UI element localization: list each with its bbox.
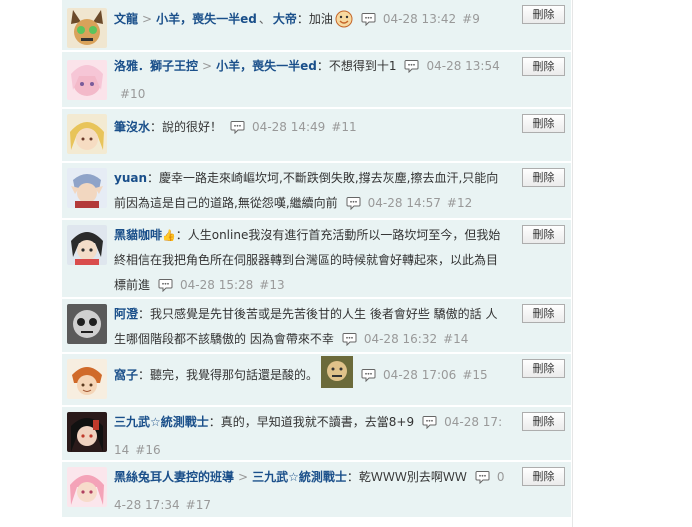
- delete-button[interactable]: 刪除: [522, 225, 565, 244]
- delete-button[interactable]: 刪除: [522, 467, 565, 486]
- thumbs-up-icon: 👍: [162, 229, 176, 242]
- comment-time: 04-28 13:42: [382, 12, 457, 26]
- floor-number[interactable]: #11: [331, 120, 356, 134]
- comment-text: 聽完，我覺得那句話還是酸的。: [150, 368, 319, 382]
- floor-number[interactable]: #15: [462, 368, 487, 382]
- comment-time: 04-28 16:32: [363, 332, 438, 346]
- avatar[interactable]: [67, 412, 107, 452]
- comment-body: 阿澄：我只感覺是先甘後苦或是先苦後甘的人生 後者會好些 驕傲的話 人生哪個階段都…: [114, 302, 509, 355]
- username-link[interactable]: 阿澄: [114, 307, 138, 321]
- delete-button[interactable]: 刪除: [522, 304, 565, 323]
- comment-body: 窩子：聽完，我覺得那句話還是酸的。 04-28 17:06 #15: [114, 356, 509, 397]
- sticker-image: [321, 356, 354, 397]
- floor-number[interactable]: #17: [186, 498, 211, 512]
- comment-text: 不想得到十1: [328, 59, 397, 73]
- reply-target-link[interactable]: 三九武☆統測戰士: [252, 470, 347, 484]
- delete-button[interactable]: 刪除: [522, 57, 565, 76]
- colon: ：: [175, 228, 188, 242]
- avatar[interactable]: [67, 359, 107, 399]
- username-link[interactable]: 窩子: [114, 368, 138, 382]
- comment-text: 說的很好！: [162, 120, 223, 134]
- comment-item: yuan：慶幸一路走來崎嶇坎坷,不斷跌倒失敗,撐去灰塵,擦去血汗,只能向前因為這…: [62, 163, 571, 220]
- floor-number[interactable]: #16: [135, 443, 160, 457]
- comment-text: 乾ＷＷＷ別去啊ＷＷ: [358, 470, 467, 484]
- comment-body: 黑貓咖啡👍：人生online我沒有進行首充活動所以一路坎坷至今，但我始終相信在我…: [114, 223, 509, 301]
- colon: ：: [147, 171, 160, 185]
- colon: ：: [138, 307, 151, 321]
- floor-number[interactable]: #10: [120, 87, 145, 101]
- username-link[interactable]: 黑貓咖啡: [114, 228, 162, 242]
- delete-button[interactable]: 刪除: [522, 359, 565, 378]
- delete-button[interactable]: 刪除: [522, 168, 565, 187]
- comment-body: 三九武☆統測戰士：真的，早知道我就不讀書，去當8+9 04-28 17:14 #16: [114, 410, 509, 463]
- avatar[interactable]: [67, 8, 107, 48]
- floor-number[interactable]: #9: [462, 12, 480, 26]
- comment-item: 洛雅．獅子王控 > 小羊，喪失一半ed：不想得到十1 04-28 13:54 #10 刪…: [62, 52, 571, 109]
- floor-number[interactable]: #14: [443, 332, 468, 346]
- reply-arrow: >: [238, 470, 249, 484]
- right-sidebar-rail: [572, 0, 692, 527]
- comment-item: 黑貓咖啡👍：人生online我沒有進行首充活動所以一路坎坷至今，但我始終相信在我…: [62, 220, 571, 299]
- comment-text: 我只感覺是先甘後苦或是先苦後甘的人生 後者會好些 驕傲的話 人生哪個階段都不該驕…: [114, 307, 498, 346]
- reply-bubble-icon[interactable]: [346, 194, 361, 219]
- floor-number[interactable]: #12: [447, 196, 472, 210]
- comment-item: 三九武☆統測戰士：真的，早知道我就不讀書，去當8+9 04-28 17:14 #16…: [62, 407, 571, 462]
- avatar[interactable]: [67, 225, 107, 265]
- reply-bubble-icon[interactable]: [342, 330, 357, 355]
- username-link[interactable]: 黑絲兔耳人妻控的班導: [114, 470, 234, 484]
- reply-bubble-icon[interactable]: [475, 468, 490, 493]
- comment-item: 文龍 > 小羊，喪失一半ed、大帝：加油 04-28 13:42 #9 刪除: [62, 0, 571, 52]
- username-link[interactable]: 三九武☆統測戰士: [114, 415, 209, 429]
- comment-item: 黑絲兔耳人妻控的班導 > 三九武☆統測戰士：乾ＷＷＷ別去啊ＷＷ 04-28 17:34…: [62, 462, 571, 519]
- comment-item: 筆沒水：說的很好！ 04-28 14:49 #11 刪除: [62, 109, 571, 163]
- reply-bubble-icon[interactable]: [404, 57, 419, 82]
- colon: ：: [150, 120, 163, 134]
- comment-text: 加油: [308, 12, 333, 26]
- colon: ：: [316, 59, 329, 73]
- avatar[interactable]: [67, 467, 107, 507]
- reply-bubble-icon[interactable]: [230, 118, 245, 143]
- comment-time: 04-28 14:49: [252, 120, 326, 134]
- username-link[interactable]: 筆沒水: [114, 120, 150, 134]
- reply-bubble-icon[interactable]: [158, 276, 173, 301]
- comment-body: 黑絲兔耳人妻控的班導 > 三九武☆統測戰士：乾ＷＷＷ別去啊ＷＷ 04-28 17:34…: [114, 465, 509, 518]
- comment-time: 04-28 15:28: [180, 278, 254, 292]
- avatar[interactable]: [67, 60, 107, 100]
- mention-separator: 、: [258, 12, 271, 26]
- reply-bubble-icon[interactable]: [422, 413, 437, 438]
- comment-time: 04-28 13:54: [426, 59, 500, 73]
- reply-arrow: >: [202, 59, 213, 73]
- comment-body: yuan：慶幸一路走來崎嶇坎坷,不斷跌倒失敗,撐去灰塵,擦去血汗,只能向前因為這…: [114, 166, 509, 219]
- delete-button[interactable]: 刪除: [522, 5, 565, 24]
- username-link[interactable]: 洛雅．獅子王控: [114, 59, 198, 73]
- colon: ：: [208, 415, 221, 429]
- comment-body: 洛雅．獅子王控 > 小羊，喪失一半ed：不想得到十1 04-28 13:54 #10: [114, 54, 509, 107]
- mention-link[interactable]: 大帝: [273, 12, 297, 26]
- comment-time: 04-28 14:57: [367, 196, 441, 210]
- username-link[interactable]: 文龍: [114, 12, 138, 26]
- colon: ：: [138, 368, 151, 382]
- avatar[interactable]: [67, 114, 107, 154]
- floor-number[interactable]: #13: [259, 278, 284, 292]
- comment-time: 04-28 17:06: [383, 368, 457, 382]
- reply-bubble-icon[interactable]: [361, 366, 376, 391]
- avatar[interactable]: [67, 168, 107, 208]
- comment-list: 文龍 > 小羊，喪失一半ed、大帝：加油 04-28 13:42 #9 刪除 洛雅．獅子…: [62, 0, 571, 519]
- delete-button[interactable]: 刪除: [522, 412, 565, 431]
- comment-item: 阿澄：我只感覺是先甘後苦或是先苦後甘的人生 後者會好些 驕傲的話 人生哪個階段都…: [62, 299, 571, 354]
- username-link[interactable]: yuan: [114, 171, 147, 185]
- comment-body: 筆沒水：說的很好！ 04-28 14:49 #11: [114, 115, 509, 143]
- avatar[interactable]: [67, 304, 107, 344]
- colon: ：: [296, 12, 309, 26]
- reply-bubble-icon[interactable]: [361, 10, 376, 35]
- reply-arrow: >: [142, 12, 153, 26]
- comment-body: 文龍 > 小羊，喪失一半ed、大帝：加油 04-28 13:42 #9: [114, 7, 509, 37]
- comment-item: 窩子：聽完，我覺得那句話還是酸的。 04-28 17:06 #15 刪除: [62, 354, 571, 407]
- reply-target-link[interactable]: 小羊，喪失一半ed: [216, 59, 317, 73]
- colon: ：: [346, 470, 359, 484]
- smiley-icon: [335, 10, 353, 37]
- reply-target-link[interactable]: 小羊，喪失一半ed: [156, 12, 257, 26]
- comment-text: 真的，早知道我就不讀書，去當8+9: [220, 415, 415, 429]
- delete-button[interactable]: 刪除: [522, 114, 565, 133]
